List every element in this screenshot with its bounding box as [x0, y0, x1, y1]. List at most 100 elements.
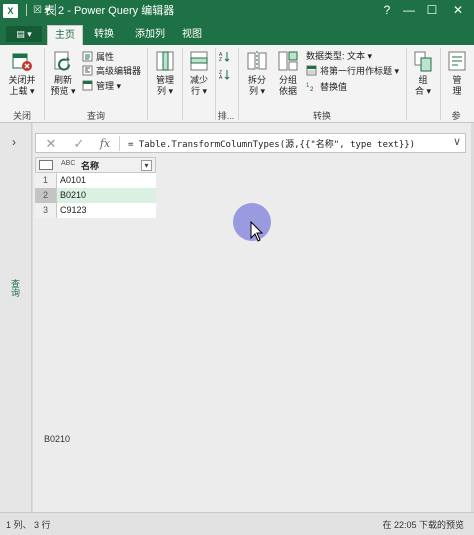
- reduce-rows-label: 减少 行 ▾: [189, 75, 208, 96]
- data-type-label: 数据类型: 文本 ▾: [306, 51, 373, 61]
- maximize-button[interactable]: ☐: [421, 0, 443, 20]
- sort-ascending-button[interactable]: AZ: [219, 51, 233, 64]
- close-load-icon: [12, 53, 32, 71]
- reduce-rows-button[interactable]: 减少 行 ▾: [185, 49, 213, 97]
- group-label-close: 关闭: [12, 111, 31, 121]
- refresh-icon: [54, 51, 71, 71]
- confirm-formula-icon[interactable]: ✓: [66, 135, 92, 152]
- group-label-sort: 排...: [217, 111, 235, 121]
- manage-parameters-label: 管 理: [452, 75, 462, 96]
- use-first-row-label: 将第一行用作标题 ▾: [320, 66, 400, 76]
- window-title: 表 2 - Power Query 编辑器: [44, 5, 175, 17]
- ribbon-separator: [238, 48, 239, 120]
- group-by-label: 分组 依据: [278, 75, 297, 96]
- group-label-transform: 转换: [312, 111, 331, 121]
- tab-add-column[interactable]: 添加列: [128, 25, 172, 45]
- status-preview-downloaded: 在 22:05 下载的预览: [382, 520, 464, 530]
- table-row[interactable]: 1 A0101: [35, 173, 156, 188]
- manage-parameters-button[interactable]: 管 理: [443, 49, 471, 97]
- replace-values-label: 替换值: [320, 82, 348, 92]
- formula-bar: ✕ ✓ fx = Table.TransformColumnTypes(源,{{…: [35, 133, 466, 153]
- data-grid: ABC 名称 ▾ 1 A0101 2 B0210 3 C9123: [35, 157, 156, 218]
- fx-icon[interactable]: fx: [92, 135, 118, 152]
- sort-ascending-icon: AZ: [219, 52, 230, 62]
- expand-formula-bar-icon[interactable]: ∨: [453, 135, 461, 148]
- status-bar: 1 列、 3 行 在 22:05 下载的预览: [0, 512, 474, 535]
- group-by-icon: [278, 51, 298, 71]
- use-first-row-as-headers-button[interactable]: 将第一行用作标题 ▾: [306, 65, 399, 78]
- replace-values-icon: 12: [306, 83, 314, 92]
- combine-button[interactable]: 组 合 ▾: [409, 49, 437, 97]
- queries-pane-label[interactable]: 查询: [10, 279, 22, 297]
- ribbon: 关闭并 上载 ▾ 关闭 刷新 预览 ▾ 属性 高级编辑器 管理 ▾ 查询 管理 …: [0, 45, 474, 123]
- manage-button[interactable]: 管理 ▾: [82, 80, 121, 93]
- ribbon-separator: [147, 48, 148, 120]
- manage-columns-button[interactable]: 管理 列 ▾: [151, 49, 179, 97]
- split-column-button[interactable]: 拆分 列 ▾: [242, 49, 272, 97]
- excel-app-icon: X: [3, 4, 18, 18]
- mouse-pointer-icon: [250, 221, 264, 242]
- advanced-editor-label: 高级编辑器: [96, 66, 142, 76]
- ribbon-separator: [406, 48, 407, 120]
- replace-values-button[interactable]: 1 2 替换值: [306, 81, 347, 94]
- tab-view[interactable]: 视图: [177, 25, 207, 45]
- combine-icon: [414, 51, 432, 72]
- file-menu-button[interactable]: ▤ ▾: [6, 26, 42, 42]
- tab-home[interactable]: 主页: [47, 25, 83, 45]
- manage-columns-icon: [156, 51, 174, 71]
- close-and-load-label: 关闭并 上载 ▾: [8, 75, 36, 96]
- table-row-selected[interactable]: 2 B0210: [35, 188, 156, 203]
- group-label-query: 查询: [86, 111, 105, 121]
- formula-text[interactable]: = Table.TransformColumnTypes(源,{{"名称", t…: [128, 137, 415, 150]
- queries-pane: › 查询: [0, 123, 32, 512]
- table-cell[interactable]: A0101: [57, 173, 156, 188]
- table-menu-icon[interactable]: [39, 160, 53, 170]
- close-window-button[interactable]: ✕: [447, 0, 469, 20]
- formula-bar-divider: [119, 136, 120, 151]
- properties-button[interactable]: 属性: [82, 51, 114, 64]
- split-column-icon: [247, 51, 267, 71]
- minimize-button[interactable]: —: [398, 0, 420, 20]
- manage-columns-label: 管理 列 ▾: [155, 75, 174, 96]
- parameters-icon: [448, 51, 466, 71]
- ribbon-separator: [44, 48, 45, 120]
- expand-queries-pane-chevron-icon[interactable]: ›: [12, 135, 16, 149]
- advanced-editor-button[interactable]: 高级编辑器: [82, 65, 141, 78]
- column-header-name[interactable]: 名称: [81, 159, 99, 172]
- reduce-rows-icon: [190, 51, 208, 71]
- column-type-icon[interactable]: ABC: [61, 160, 75, 167]
- svg-text:A: A: [219, 75, 223, 80]
- manage-icon: [82, 80, 93, 91]
- cancel-formula-icon[interactable]: ✕: [38, 135, 64, 152]
- row-number[interactable]: 2: [35, 188, 57, 203]
- table-cell[interactable]: C9123: [57, 203, 156, 218]
- refresh-preview-button[interactable]: 刷新 预览 ▾: [48, 49, 78, 97]
- combine-label: 组 合 ▾: [414, 75, 432, 96]
- first-row-headers-icon: [306, 65, 317, 76]
- refresh-preview-label: 刷新 预览 ▾: [50, 75, 76, 96]
- tab-transform[interactable]: 转换: [86, 25, 122, 45]
- group-by-button[interactable]: 分组 依据: [274, 49, 302, 97]
- sort-descending-icon: ZA: [219, 70, 230, 80]
- help-button[interactable]: ?: [376, 0, 398, 20]
- window-title-bar: X │ ☒ ▾ │ 表 2 - Power Query 编辑器 ? — ☐ ✕: [0, 0, 474, 22]
- ribbon-separator: [182, 48, 183, 120]
- manage-label: 管理 ▾: [96, 81, 122, 91]
- sort-descending-button[interactable]: ZA: [219, 69, 233, 82]
- column-filter-dropdown-icon[interactable]: ▾: [141, 160, 152, 171]
- split-column-label: 拆分 列 ▾: [247, 75, 266, 96]
- advanced-editor-icon: [82, 65, 93, 76]
- group-label-parameters: 参: [451, 111, 461, 121]
- row-number[interactable]: 1: [35, 173, 57, 188]
- properties-label: 属性: [96, 52, 115, 62]
- svg-text:Z: Z: [219, 57, 222, 62]
- status-row-column-count: 1 列、 3 行: [6, 520, 51, 530]
- cell-value-preview: B0210: [44, 434, 71, 444]
- ribbon-separator: [440, 48, 441, 120]
- data-type-dropdown[interactable]: 数据类型: 文本 ▾: [306, 50, 372, 63]
- close-and-load-button[interactable]: 关闭并 上载 ▾: [4, 49, 40, 97]
- table-row[interactable]: 3 C9123: [35, 203, 156, 218]
- table-cell[interactable]: B0210: [57, 188, 156, 203]
- properties-icon: [82, 51, 93, 62]
- row-number[interactable]: 3: [35, 203, 57, 218]
